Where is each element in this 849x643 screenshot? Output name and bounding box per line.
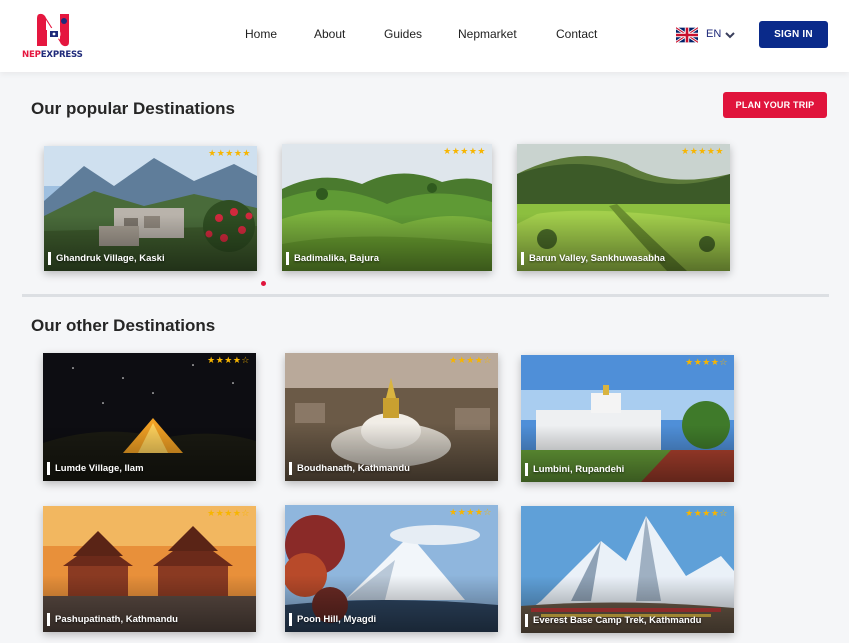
rating-stars: ★★★★☆: [207, 509, 250, 519]
label-accent-bar: [289, 462, 292, 475]
logo-wordmark: NEPEXPRESS: [22, 50, 83, 60]
destination-name: Everest Base Camp Trek, Kathmandu: [533, 615, 702, 626]
carousel-dot-active[interactable]: [261, 281, 266, 286]
label-accent-bar: [521, 252, 524, 265]
nepexpress-logo[interactable]: NEPEXPRESS: [22, 12, 88, 64]
sign-in-button[interactable]: SIGN IN: [759, 21, 828, 48]
uk-flag-icon: [676, 27, 698, 43]
nav-contact[interactable]: Contact: [556, 27, 597, 41]
rating-stars: ★★★★☆: [449, 356, 492, 366]
logo-n-icon: [37, 13, 69, 47]
other-destinations-title: Our other Destinations: [31, 316, 216, 335]
destination-name: Ghandruk Village, Kaski: [56, 253, 165, 264]
nav-guides[interactable]: Guides: [384, 27, 422, 41]
popular-destinations-title: Our popular Destinations: [31, 99, 236, 118]
destination-card-pashupatinath[interactable]: ★★★★☆ Pashupatinath, Kathmandu: [43, 506, 256, 632]
destination-card-lumbini[interactable]: ★★★★☆ Lumbini, Rupandehi: [521, 355, 734, 482]
destination-card-everest[interactable]: ★★★★☆ Everest Base Camp Trek, Kathmandu: [521, 506, 734, 633]
destination-name: Lumde Village, Ilam: [55, 463, 144, 474]
nav-about[interactable]: About: [314, 27, 345, 41]
section-divider: [22, 294, 829, 297]
destination-name: Pashupatinath, Kathmandu: [55, 614, 178, 625]
nav-nepmarket[interactable]: Nepmarket: [458, 27, 517, 41]
label-accent-bar: [289, 613, 292, 626]
nav-home[interactable]: Home: [245, 27, 277, 41]
rating-stars: ★★★★★: [443, 147, 486, 157]
destination-name: Boudhanath, Kathmandu: [297, 463, 410, 474]
destination-card-badimalika[interactable]: ★★★★★ Badimalika, Bajura: [282, 144, 492, 271]
site-header: NEPEXPRESS Home About Guides Nepmarket C…: [0, 0, 849, 72]
chevron-down-icon: [725, 32, 735, 39]
rating-stars: ★★★★☆: [207, 356, 250, 366]
language-selector[interactable]: EN: [676, 25, 738, 45]
destination-card-lumde[interactable]: ★★★★☆ Lumde Village, Ilam: [43, 353, 256, 481]
language-code: EN: [706, 28, 722, 40]
destination-card-boudhanath[interactable]: ★★★★☆ Boudhanath, Kathmandu: [285, 353, 498, 481]
rating-stars: ★★★★★: [208, 149, 251, 159]
plan-your-trip-button[interactable]: PLAN YOUR TRIP: [723, 92, 827, 118]
label-accent-bar: [525, 614, 528, 627]
destination-card-poon-hill[interactable]: ★★★★☆ Poon Hill, Myagdi: [285, 505, 498, 632]
label-accent-bar: [47, 613, 50, 626]
destination-card-barun[interactable]: ★★★★★ Barun Valley, Sankhuwasabha: [517, 144, 730, 271]
rating-stars: ★★★★☆: [685, 358, 728, 368]
label-accent-bar: [286, 252, 289, 265]
label-accent-bar: [525, 463, 528, 476]
label-accent-bar: [48, 252, 51, 265]
label-accent-bar: [47, 462, 50, 475]
rating-stars: ★★★★★: [681, 147, 724, 157]
rating-stars: ★★★★☆: [685, 509, 728, 519]
destination-name: Poon Hill, Myagdi: [297, 614, 377, 625]
destination-name: Barun Valley, Sankhuwasabha: [529, 253, 666, 264]
destination-name: Badimalika, Bajura: [294, 253, 380, 264]
destination-card-ghandruk[interactable]: ★★★★★ Ghandruk Village, Kaski: [44, 146, 257, 271]
rating-stars: ★★★★☆: [449, 508, 492, 518]
destination-name: Lumbini, Rupandehi: [533, 464, 625, 475]
